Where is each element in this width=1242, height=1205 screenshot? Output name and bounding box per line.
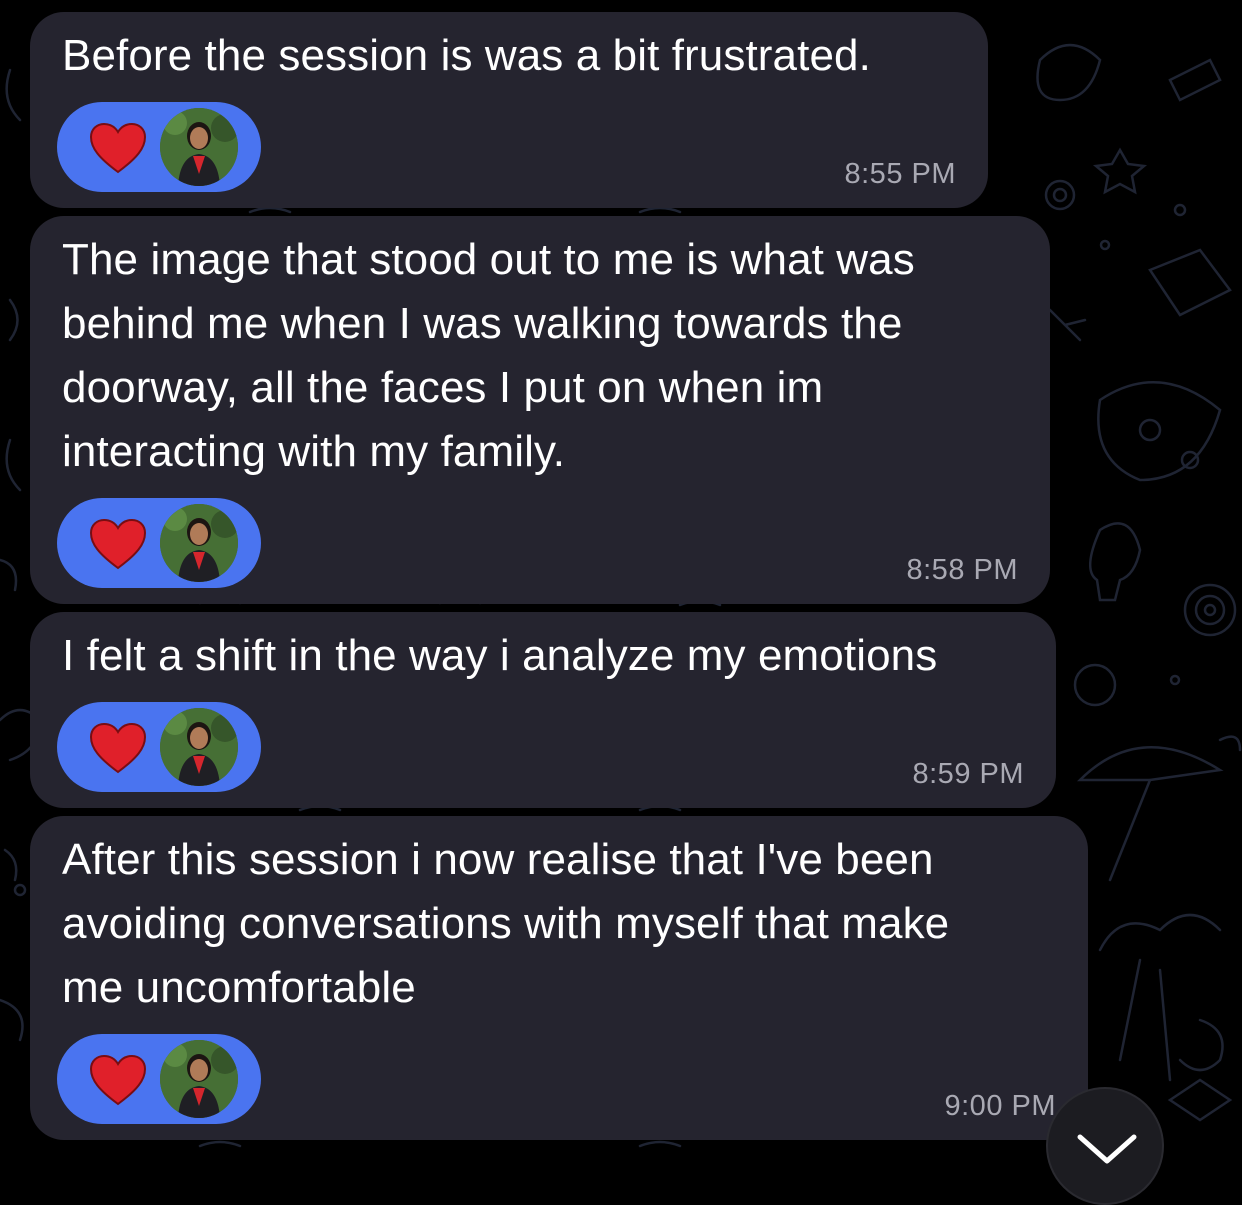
scroll-down-button[interactable]	[1046, 1087, 1164, 1205]
avatar[interactable]	[160, 1040, 238, 1118]
reaction-pill[interactable]	[57, 102, 261, 192]
chevron-down-icon	[1077, 1134, 1137, 1164]
message-text: The image that stood out to me is what w…	[62, 235, 915, 476]
message-bubble[interactable]: I felt a shift in the way i analyze my e…	[30, 612, 1056, 808]
avatar[interactable]	[160, 708, 238, 786]
message-text: After this session i now realise that I'…	[62, 835, 950, 1012]
reaction-pill[interactable]	[57, 702, 261, 792]
message-text: I felt a shift in the way i analyze my e…	[62, 631, 938, 680]
message-text: Before the session is was a bit frustrat…	[62, 31, 871, 80]
reaction-pill[interactable]	[57, 1034, 261, 1124]
heart-icon	[89, 722, 147, 774]
message-timestamp: 9:00 PM	[944, 1090, 1056, 1122]
message-bubble[interactable]: After this session i now realise that I'…	[30, 816, 1088, 1140]
heart-icon	[89, 1054, 147, 1106]
reaction-pill[interactable]	[57, 498, 261, 588]
message-timestamp: 8:58 PM	[906, 554, 1018, 586]
heart-icon	[89, 518, 147, 570]
message-timestamp: 8:59 PM	[912, 758, 1024, 790]
message-bubble[interactable]: Before the session is was a bit frustrat…	[30, 12, 988, 208]
message-timestamp: 8:55 PM	[844, 158, 956, 190]
message-bubble[interactable]: The image that stood out to me is what w…	[30, 216, 1050, 604]
avatar[interactable]	[160, 108, 238, 186]
avatar[interactable]	[160, 504, 238, 582]
heart-icon	[89, 122, 147, 174]
